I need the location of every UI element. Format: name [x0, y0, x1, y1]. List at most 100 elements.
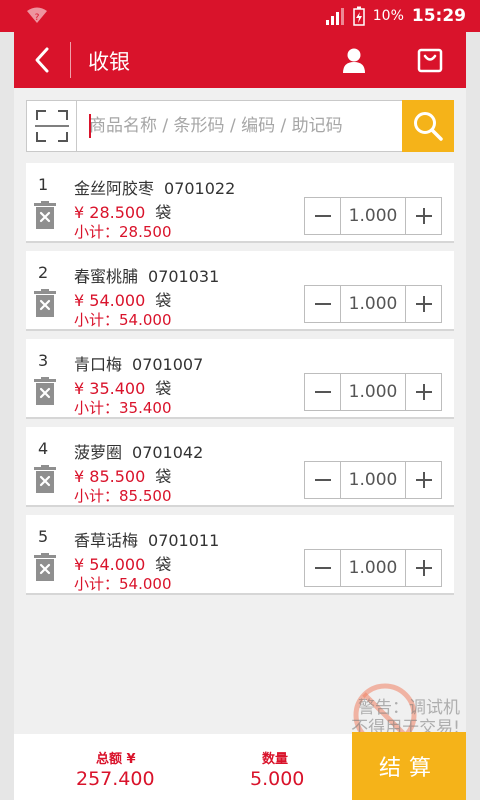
item-unit: 袋 [155, 555, 172, 574]
item-price-row: ¥ 85.500 袋 [74, 463, 171, 487]
plus-icon [415, 296, 432, 312]
shopping-bag-icon[interactable] [416, 46, 444, 74]
item-name: 金丝阿胶枣 [74, 179, 155, 198]
item-index: 3 [38, 351, 49, 370]
item-code: 0701042 [132, 443, 204, 462]
increase-button[interactable] [405, 374, 441, 410]
item-name: 香草话梅 [74, 531, 139, 550]
minus-icon [314, 479, 331, 481]
total-value: 257.400 [76, 768, 155, 790]
scan-button[interactable] [27, 101, 77, 151]
item-price-row: ¥ 28.500 袋 [74, 199, 171, 223]
trash-icon[interactable] [34, 377, 56, 405]
quantity-stepper [304, 373, 442, 411]
item-price: ¥ 54.000 [74, 291, 146, 310]
trash-icon[interactable] [34, 289, 56, 317]
search-icon [414, 112, 443, 141]
increase-button[interactable] [405, 198, 441, 234]
item-subtotal: 小计：54.000 [74, 311, 172, 329]
user-icon[interactable] [340, 46, 368, 74]
quantity-input[interactable] [341, 462, 405, 498]
increase-button[interactable] [405, 462, 441, 498]
item-name-row: 菠萝圈 0701042 [74, 439, 203, 463]
svg-text:?: ? [35, 13, 40, 23]
increase-button[interactable] [405, 286, 441, 322]
checkout-footer: 总额 ¥ 257.400 数量 5.000 结算 [14, 732, 466, 800]
item-name-row: 金丝阿胶枣 0701022 [74, 175, 235, 199]
minus-icon [314, 567, 331, 569]
status-bar: ? 10% 15:29 [0, 0, 480, 32]
quantity-stepper [304, 461, 442, 499]
quantity-input[interactable] [341, 286, 405, 322]
item-name: 菠萝圈 [74, 443, 123, 462]
item-name-row: 青口梅 0701007 [74, 351, 203, 375]
decrease-button[interactable] [305, 286, 341, 322]
watermark-line-1: 警告：调试机 [358, 698, 460, 718]
item-name: 青口梅 [74, 355, 123, 374]
item-name-row: 香草话梅 0701011 [74, 527, 219, 551]
item-name-row: 春蜜桃脯 0701031 [74, 263, 219, 287]
trash-icon[interactable] [34, 201, 56, 229]
quantity-stepper [304, 285, 442, 323]
item-price: ¥ 85.500 [74, 467, 146, 486]
battery-percent: 10% [372, 8, 404, 24]
trash-icon[interactable] [34, 465, 56, 493]
item-subtotal: 小计：28.500 [74, 223, 172, 241]
decrease-button[interactable] [305, 462, 341, 498]
quantity-input[interactable] [341, 198, 405, 234]
item-unit: 袋 [155, 467, 172, 486]
cart-item: 1 金丝阿胶枣 0701022 ¥ 28.500 袋 小计：28.500 [26, 163, 454, 243]
quantity-input[interactable] [341, 550, 405, 586]
app-header: 收银 [14, 32, 466, 88]
quantity-input[interactable] [341, 374, 405, 410]
decrease-button[interactable] [305, 550, 341, 586]
quantity-value: 5.000 [250, 768, 305, 790]
wifi-question-icon: ? [27, 7, 47, 23]
quantity-stepper [304, 197, 442, 235]
decrease-button[interactable] [305, 374, 341, 410]
search-bar [26, 100, 454, 152]
page-title: 收银 [88, 50, 130, 74]
item-unit: 袋 [155, 379, 172, 398]
item-unit: 袋 [155, 291, 172, 310]
item-subtotal: 小计：85.500 [74, 487, 172, 505]
item-name: 春蜜桃脯 [74, 267, 139, 286]
minus-icon [314, 215, 331, 217]
plus-icon [415, 472, 432, 488]
battery-charging-icon [353, 6, 365, 26]
decrease-button[interactable] [305, 198, 341, 234]
search-button[interactable] [402, 100, 454, 152]
cart-item: 3 青口梅 0701007 ¥ 35.400 袋 小计：35.400 [26, 339, 454, 419]
item-index: 4 [38, 439, 49, 458]
cart-item: 2 春蜜桃脯 0701031 ¥ 54.000 袋 小计：54.000 [26, 251, 454, 331]
item-code: 0701011 [148, 531, 220, 550]
quantity-label: 数量 [262, 752, 289, 767]
checkout-button[interactable]: 结算 [352, 732, 466, 800]
cart-item: 4 菠萝圈 0701042 ¥ 85.500 袋 小计：85.500 [26, 427, 454, 507]
text-caret [89, 114, 91, 138]
plus-icon [415, 560, 432, 576]
cart-item: 5 香草话梅 0701011 ¥ 54.000 袋 小计：54.000 [26, 515, 454, 595]
scan-frame-icon [35, 110, 69, 142]
item-code: 0701031 [148, 267, 220, 286]
increase-button[interactable] [405, 550, 441, 586]
item-index: 1 [38, 175, 49, 194]
item-price-row: ¥ 35.400 袋 [74, 375, 171, 399]
item-code: 0701007 [132, 355, 204, 374]
clock-time: 15:29 [411, 6, 466, 26]
cart-content: 1 金丝阿胶枣0701022 ¥ 28.500袋 小计：28.500 2 春 [14, 88, 466, 734]
trash-icon[interactable] [34, 553, 56, 581]
item-index: 5 [38, 527, 49, 546]
back-arrow-icon[interactable] [28, 45, 58, 75]
item-index: 2 [38, 263, 49, 282]
search-input[interactable] [79, 101, 403, 151]
item-price: ¥ 28.500 [74, 203, 146, 222]
item-price: ¥ 54.000 [74, 555, 146, 574]
minus-icon [314, 391, 331, 393]
quantity-stepper [304, 549, 442, 587]
item-price: ¥ 35.400 [74, 379, 146, 398]
total-label: 总额 ¥ [96, 752, 136, 767]
minus-icon [314, 303, 331, 305]
plus-icon [415, 208, 432, 224]
item-price-row: ¥ 54.000 袋 [74, 551, 171, 575]
